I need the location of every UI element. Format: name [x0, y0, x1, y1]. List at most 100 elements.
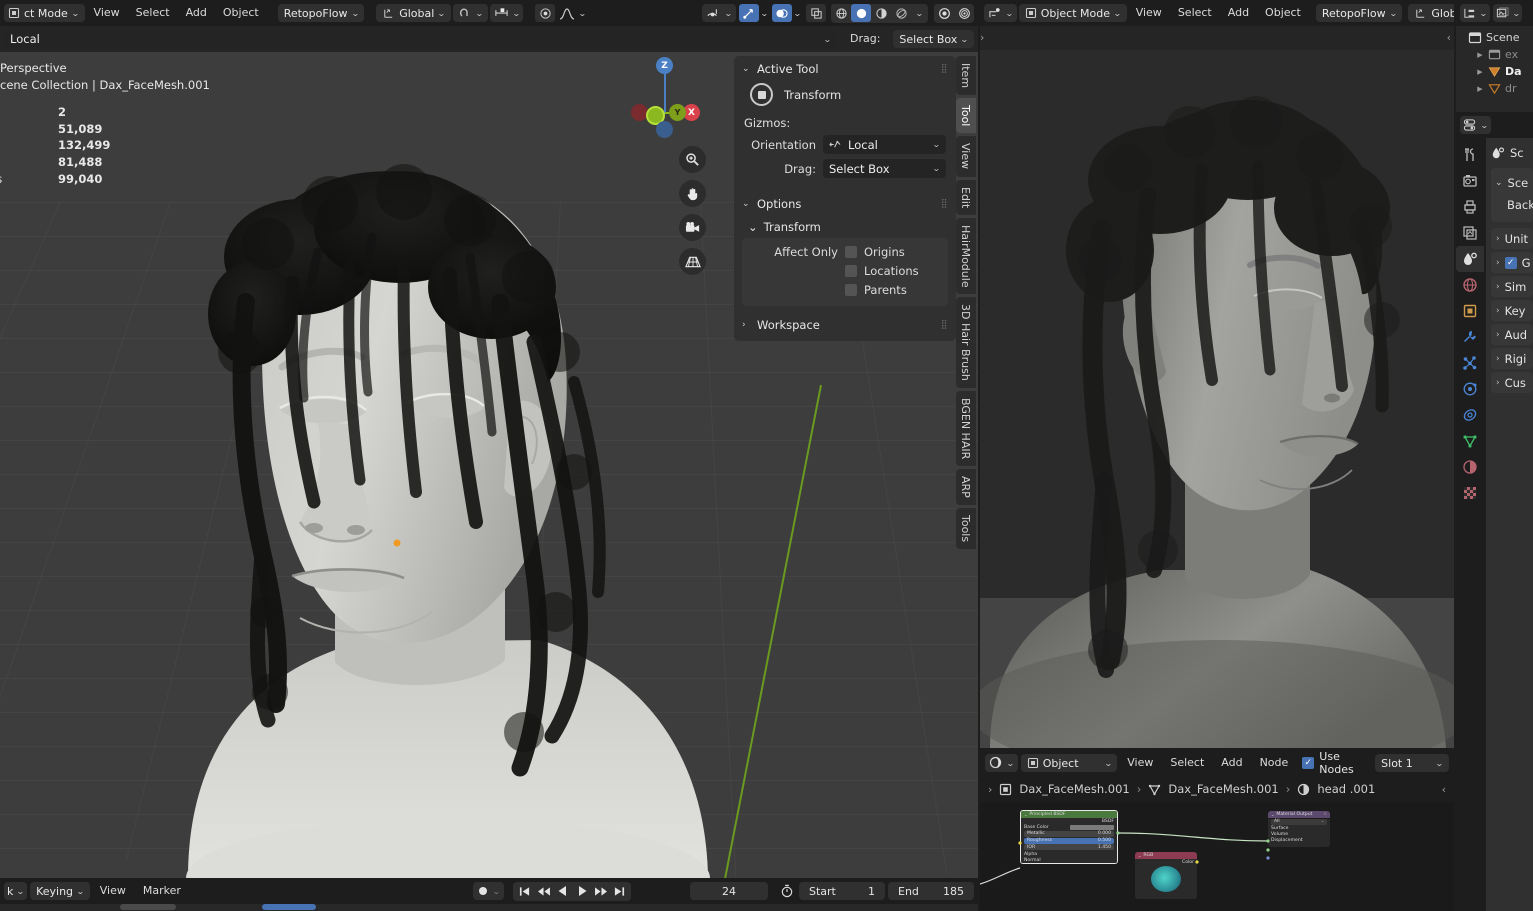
transform-subsection-header[interactable]: ⌄ Transform	[734, 216, 956, 238]
menu-add[interactable]: Add	[179, 4, 214, 22]
gizmo-axis-neg-z[interactable]	[656, 121, 673, 138]
node-input-base-color[interactable]: Base Color	[1021, 824, 1117, 830]
drag-dropdown-npanel[interactable]: Select Box ⌄	[823, 159, 946, 178]
color-wheel-widget[interactable]	[1151, 866, 1181, 892]
viewport2-menu-object[interactable]: Object	[1258, 4, 1308, 22]
end-frame-field[interactable]: End 185	[888, 882, 974, 900]
active-tool-row[interactable]: Transform	[744, 81, 946, 116]
outliner-filter[interactable]: ⌄	[1493, 4, 1523, 22]
shader-menu-node[interactable]: Node	[1253, 754, 1296, 772]
render-preview-icon[interactable]	[934, 4, 954, 22]
viewport2-left-grip[interactable]: ›	[980, 31, 984, 44]
viewport2-menu-retopoflow[interactable]: RetopoFlow ⌄	[1316, 4, 1403, 22]
background-scene-row[interactable]: Back	[1491, 194, 1533, 216]
affect-only-origins-row[interactable]: Affect Only Origins	[750, 245, 940, 259]
menu-object[interactable]: Object	[216, 4, 266, 22]
orientation-dropdown-npanel[interactable]: Local ⌄	[823, 135, 946, 154]
start-frame-field[interactable]: Start 1	[799, 882, 885, 900]
sidebar-tab-bgen-hair[interactable]: BGEN HAIR	[956, 391, 976, 466]
chevron-right-icon[interactable]: ▶	[1476, 85, 1484, 93]
properties-tab-particles[interactable]	[1456, 350, 1484, 376]
prev-keyframe-icon[interactable]	[534, 882, 553, 901]
snapping-toggle[interactable]: ⌄	[453, 4, 488, 22]
node-input-roughness[interactable]: Roughness 0.500	[1024, 838, 1114, 844]
gizmo-axis-z[interactable]: Z	[656, 57, 673, 74]
scene-section-header[interactable]: ⌄ Sce	[1491, 172, 1533, 194]
timeline-editor-type[interactable]: k ⌄	[4, 882, 27, 900]
chevron-right-icon[interactable]: ▶	[1476, 51, 1484, 59]
play-icon[interactable]	[572, 882, 591, 901]
drag-mode-dropdown[interactable]: Select Box ⌄	[893, 30, 974, 48]
sidebar-tab-hairmodule[interactable]: HairModule	[956, 218, 976, 295]
properties-tab-output[interactable]	[1456, 194, 1484, 220]
checkbox-locations[interactable]	[845, 265, 857, 277]
jump-to-start-icon[interactable]	[515, 882, 534, 901]
node-input-ior[interactable]: IOR 1.450	[1024, 844, 1114, 850]
viewport2-menu-add[interactable]: Add	[1221, 4, 1256, 22]
shading-mode-group[interactable]: ⌄	[831, 4, 928, 23]
timeline-menu-marker[interactable]: Marker	[136, 882, 188, 900]
next-keyframe-icon[interactable]	[591, 882, 610, 901]
shader-menu-view[interactable]: View	[1120, 754, 1160, 772]
node-input-normal[interactable]: Normal	[1021, 857, 1117, 863]
properties-panel-rigid-body-world[interactable]: › Rigi	[1491, 348, 1533, 369]
transform-orientation-selector[interactable]: Global ⌄	[376, 4, 451, 22]
breadcrumb-material[interactable]: head .001	[1317, 782, 1375, 796]
checkbox-origins[interactable]	[845, 246, 857, 258]
viewport2-editor-type[interactable]: ⌄	[984, 4, 1017, 22]
properties-tab-modifier[interactable]	[1456, 324, 1484, 350]
properties-panel-units[interactable]: › Unit	[1491, 228, 1533, 249]
properties-panel-gravity[interactable]: › ✓ G	[1491, 252, 1533, 273]
viewport2-mode-selector[interactable]: Object Mode ⌄	[1019, 4, 1127, 22]
properties-tab-scene[interactable]	[1456, 246, 1484, 272]
jump-to-end-icon[interactable]	[610, 882, 629, 901]
viewport-right-grip[interactable]: ›	[976, 52, 978, 55]
orientation-dropdown[interactable]: Local ⌄	[4, 30, 837, 49]
auto-keying-toggle[interactable]: ⌄	[473, 882, 504, 900]
play-reverse-icon[interactable]	[553, 882, 572, 901]
breadcrumb-object[interactable]: Dax_FaceMesh.001	[1019, 782, 1129, 796]
gizmo-axis-y[interactable]: Y	[669, 104, 686, 121]
shader-editor-type[interactable]: ⌄	[985, 754, 1018, 772]
properties-tab-physics[interactable]	[1456, 376, 1484, 402]
node-rgb[interactable]: ⌄ RGB Color	[1135, 852, 1197, 899]
properties-tab-object-data[interactable]	[1456, 428, 1484, 454]
properties-panel-audio[interactable]: › Aud	[1491, 324, 1533, 345]
outliner-tree[interactable]: Scene ▶ ex ▶ Da ▶ dr	[1456, 26, 1533, 112]
pan-hand-icon[interactable]	[679, 180, 706, 207]
shading-material-icon[interactable]	[871, 4, 891, 22]
options-header[interactable]: ⌄ Options ⣿	[734, 191, 956, 216]
use-nodes-toggle[interactable]: ✓ Use Nodes	[1298, 750, 1366, 776]
use-preview-range-icon[interactable]	[777, 882, 796, 901]
workspace-header[interactable]: › Workspace ⣿	[734, 312, 956, 337]
ortho-persp-icon[interactable]	[679, 248, 706, 275]
menu-select[interactable]: Select	[129, 4, 177, 22]
node-header[interactable]: ⌄ RGB	[1135, 852, 1197, 859]
drag-dots-icon[interactable]: ⣿	[941, 320, 948, 330]
sidebar-tab-tool[interactable]: Tool	[956, 98, 976, 133]
affect-only-locations-row[interactable]: Locations	[750, 264, 940, 278]
snap-to-point-icon[interactable]	[535, 4, 555, 22]
navigation-gizmo[interactable]: Z X Y	[619, 52, 699, 142]
timeline-playhead[interactable]	[262, 904, 316, 910]
xray-toggle-icon[interactable]	[806, 4, 826, 22]
render-preview-group[interactable]	[934, 4, 974, 23]
sidebar-tab-edit[interactable]: Edit	[956, 180, 976, 215]
checkbox-gravity[interactable]: ✓	[1505, 257, 1517, 269]
camera-view-icon[interactable]	[679, 214, 706, 241]
node-header[interactable]: ⌄ Material Output ×	[1268, 811, 1330, 818]
properties-tab-object[interactable]	[1456, 298, 1484, 324]
sidebar-tab-3d-hair-brush[interactable]: 3D Hair Brush	[956, 297, 976, 388]
material-slot-selector[interactable]: Slot 1 ⌄	[1375, 754, 1449, 772]
properties-panel-custom-properties[interactable]: › Cus	[1491, 372, 1533, 393]
properties-editor-type[interactable]: ⌄	[1460, 116, 1491, 134]
shader-menu-select[interactable]: Select	[1163, 754, 1211, 772]
sidebar-tab-tools[interactable]: Tools	[956, 508, 976, 549]
chevron-right-icon[interactable]: ▶	[1476, 68, 1484, 76]
sidebar-tab-view[interactable]: View	[956, 136, 976, 176]
checkbox-parents[interactable]	[845, 284, 857, 296]
menu-view[interactable]: View	[87, 4, 127, 22]
node-header[interactable]: ⌄ Principled BSDF	[1021, 811, 1117, 818]
node-input-displacement[interactable]: Displacement	[1268, 838, 1330, 844]
outliner-row-scene[interactable]: Scene	[1460, 29, 1533, 46]
